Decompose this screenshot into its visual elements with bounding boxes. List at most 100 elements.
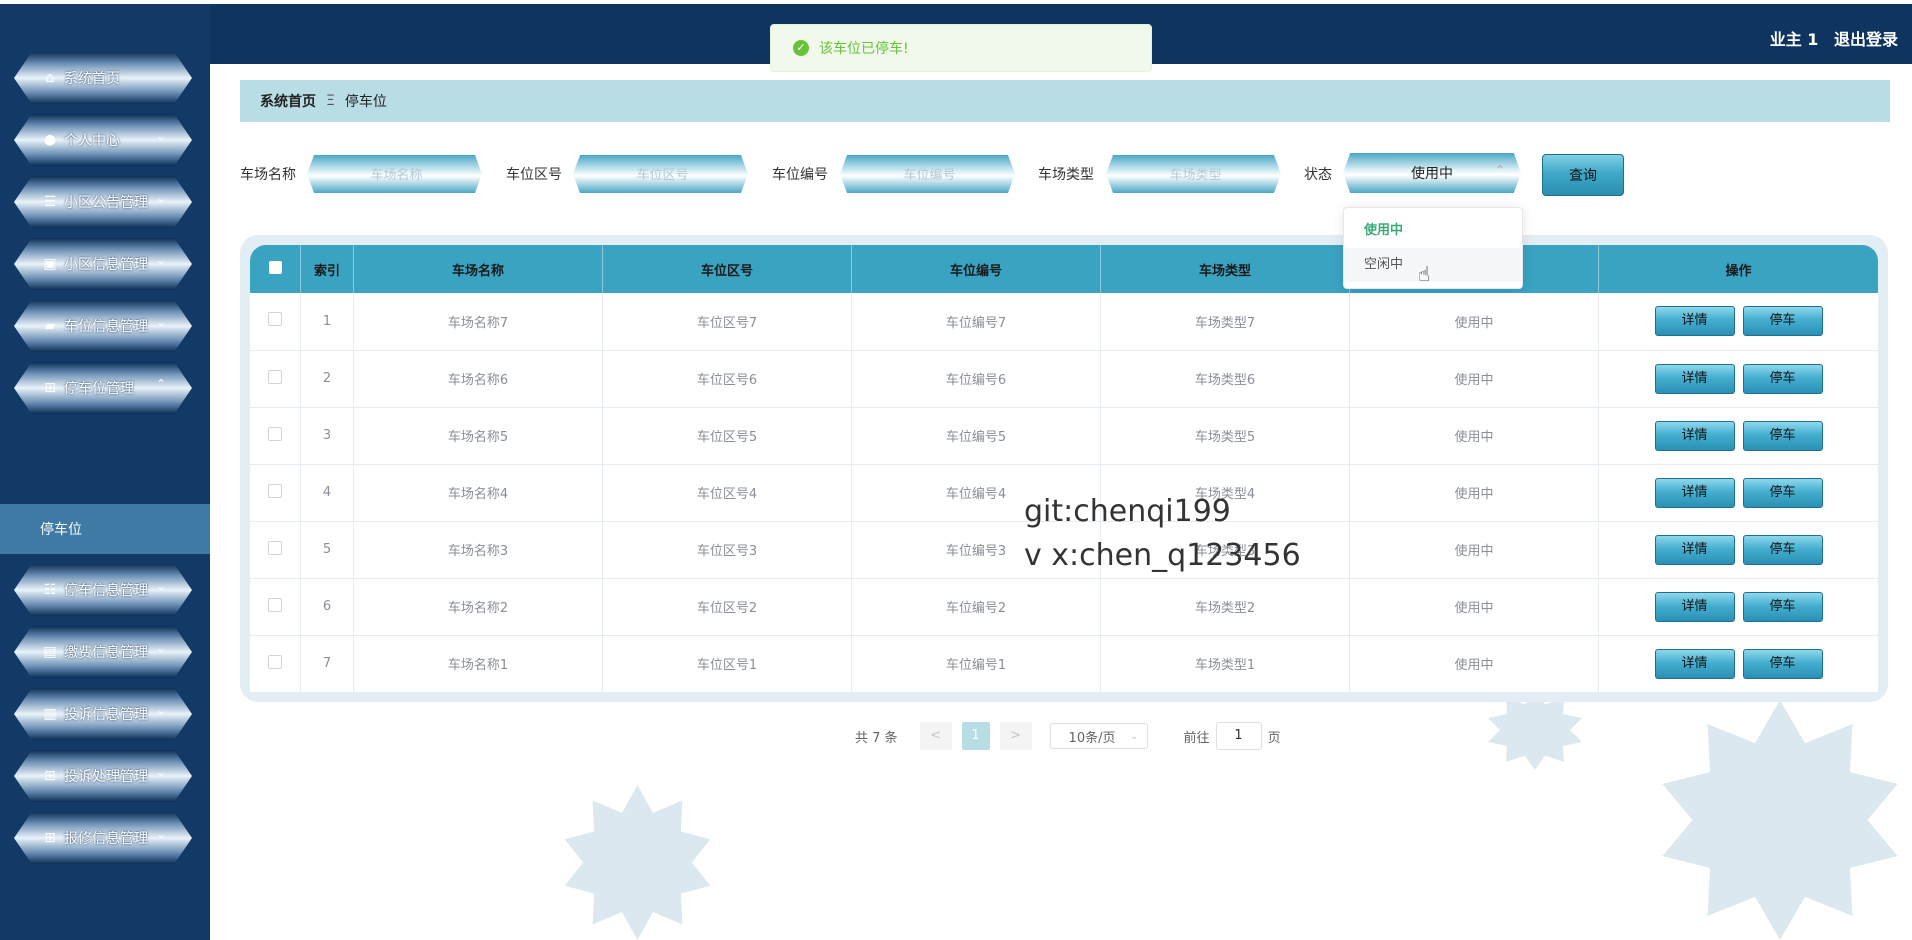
- sidebar-item-community-info[interactable]: ▣ 小区信息管理 ⌄: [14, 238, 192, 290]
- column-header: 车位区号: [602, 245, 852, 293]
- sidebar-item-personal-center[interactable]: ● 个人中心 ⌄: [14, 114, 192, 166]
- sidebar-item-complaint-info[interactable]: ▥ 投诉信息管理 ⌄: [14, 688, 192, 740]
- chevron-down-icon: ⌄: [155, 191, 166, 205]
- sidebar-item-parking-management[interactable]: ⊞ 停车位管理 ⌃: [14, 362, 192, 414]
- sidebar-item-home[interactable]: ⌂ 系统首页: [14, 52, 192, 104]
- row-checkbox[interactable]: [268, 369, 282, 384]
- column-header: 车位编号: [851, 245, 1101, 293]
- lot-type-input[interactable]: [1106, 155, 1281, 193]
- user-name: 业主 1: [1769, 30, 1819, 49]
- row-select-cell[interactable]: [250, 578, 301, 635]
- cell-zone: 车位区号6: [602, 350, 852, 407]
- cell-lot-name: 车场名称3: [353, 521, 603, 578]
- sidebar-item-label: 缴费信息管理: [64, 645, 148, 661]
- detail-button[interactable]: 详情: [1654, 420, 1735, 451]
- row-select-cell[interactable]: [250, 635, 301, 692]
- detail-button[interactable]: 详情: [1654, 306, 1735, 337]
- search-label-lot-type: 车场类型: [1038, 167, 1094, 183]
- row-checkbox[interactable]: [268, 312, 282, 327]
- cell-lot-type: 车场类型6: [1100, 350, 1350, 407]
- row-select-cell[interactable]: [250, 350, 301, 407]
- sidebar-item-announcements[interactable]: ☰ 小区公告管理 ⌄: [14, 176, 192, 228]
- park-button[interactable]: 停车: [1742, 534, 1823, 565]
- cell-zone: 车位区号1: [602, 635, 852, 692]
- goto-page-input[interactable]: 1: [1215, 722, 1262, 750]
- page-number-button[interactable]: 1: [961, 722, 990, 750]
- row-checkbox[interactable]: [268, 540, 282, 555]
- park-button[interactable]: 停车: [1742, 477, 1823, 508]
- prev-page-button[interactable]: <: [919, 722, 952, 750]
- sidebar-item-payment-info[interactable]: ▤ 缴费信息管理 ⌄: [14, 626, 192, 678]
- chevron-down-icon: ⌄: [155, 315, 166, 329]
- column-header: 车场类型: [1100, 245, 1350, 293]
- row-checkbox[interactable]: [268, 483, 282, 498]
- clipboard-icon: ▥: [43, 706, 57, 722]
- cell-index: 3: [300, 407, 354, 464]
- space-number-input[interactable]: [840, 155, 1015, 193]
- row-checkbox[interactable]: [268, 654, 282, 669]
- detail-button[interactable]: 详情: [1654, 648, 1735, 679]
- row-select-cell[interactable]: [250, 293, 301, 350]
- cell-zone: 车位区号2: [602, 578, 852, 635]
- sidebar-item-repair-info[interactable]: ⊞ 报修信息管理 ⌄: [14, 812, 192, 864]
- grid-icon: ⊞: [44, 380, 56, 396]
- zone-input[interactable]: [573, 155, 748, 193]
- search-label-zone: 车位区号: [506, 167, 562, 183]
- zone-field[interactable]: [573, 155, 748, 193]
- chevron-up-icon: ⌃: [1494, 163, 1505, 177]
- row-select-cell[interactable]: [250, 407, 301, 464]
- decorative-star: [1662, 700, 1898, 940]
- cell-actions: 详情 停车: [1599, 407, 1879, 464]
- status-option-in-use[interactable]: 使用中: [1344, 214, 1522, 248]
- status-select[interactable]: 使用中 ⌃: [1343, 153, 1521, 193]
- page-suffix: 页: [1267, 730, 1281, 746]
- row-select-cell[interactable]: [250, 464, 301, 521]
- row-checkbox[interactable]: [268, 597, 282, 612]
- park-button[interactable]: 停车: [1742, 591, 1823, 622]
- select-all-cell[interactable]: [250, 245, 301, 293]
- row-select-cell[interactable]: [250, 521, 301, 578]
- sidebar-item-complaint-handling[interactable]: ⊞ 投诉处理管理 ⌄: [14, 750, 192, 802]
- breadcrumb-home[interactable]: 系统首页: [260, 91, 316, 111]
- detail-button[interactable]: 详情: [1654, 477, 1735, 508]
- page-size-select[interactable]: 10条/页 ⌄: [1049, 723, 1148, 749]
- lot-name-input[interactable]: [307, 155, 482, 193]
- logout-link[interactable]: 退出登录: [1834, 30, 1898, 49]
- goto-label: 前往: [1183, 730, 1210, 746]
- detail-button[interactable]: 详情: [1654, 591, 1735, 622]
- cell-space-number: 车位编号6: [851, 350, 1101, 407]
- lot-type-field[interactable]: [1106, 155, 1281, 193]
- sidebar-subitem-parking-space[interactable]: 停车位: [0, 504, 210, 554]
- sidebar-item-label: 报修信息管理: [64, 831, 148, 847]
- row-checkbox[interactable]: [268, 426, 282, 441]
- detail-button[interactable]: 详情: [1654, 534, 1735, 565]
- chevron-down-icon: ⌄: [155, 827, 166, 841]
- next-page-button[interactable]: >: [999, 722, 1032, 750]
- park-button[interactable]: 停车: [1742, 420, 1823, 451]
- status-option-idle[interactable]: 空闲中: [1344, 248, 1522, 282]
- cell-index: 7: [300, 635, 354, 692]
- table-row: 7 车场名称1 车位区号1 车位编号1 车场类型1 使用中 详情 停车: [250, 635, 1878, 692]
- detail-button[interactable]: 详情: [1654, 363, 1735, 394]
- query-button[interactable]: 查询: [1542, 154, 1624, 196]
- park-button[interactable]: 停车: [1742, 648, 1823, 679]
- sidebar-item-label: 个人中心: [64, 133, 120, 149]
- cell-space-number: 车位编号2: [851, 578, 1101, 635]
- chevron-down-icon: ⌄: [155, 641, 166, 655]
- sidebar-item-label: 系统首页: [64, 71, 120, 87]
- sidebar-item-parking-records[interactable]: ☷ 停车信息管理 ⌄: [14, 564, 192, 616]
- sidebar-item-label: 小区信息管理: [64, 257, 148, 273]
- cell-lot-name: 车场名称2: [353, 578, 603, 635]
- cell-actions: 详情 停车: [1599, 293, 1879, 350]
- cell-lot-name: 车场名称4: [353, 464, 603, 521]
- success-notification: ✓ 该车位已停车!: [770, 24, 1152, 72]
- sidebar-item-parking-space-info[interactable]: ▰ 车位信息管理 ⌄: [14, 300, 192, 352]
- park-button[interactable]: 停车: [1742, 306, 1823, 337]
- park-button[interactable]: 停车: [1742, 363, 1823, 394]
- select-all-checkbox[interactable]: [268, 260, 282, 274]
- cell-lot-name: 车场名称6: [353, 350, 603, 407]
- chevron-down-icon: ⌄: [155, 253, 166, 267]
- data-table-container: 索引 车场名称 车位区号 车位编号 车场类型 状态 操作 1车场名称7车位区号7…: [240, 235, 1888, 702]
- space-number-field[interactable]: [840, 155, 1015, 193]
- lot-name-field[interactable]: [307, 155, 482, 193]
